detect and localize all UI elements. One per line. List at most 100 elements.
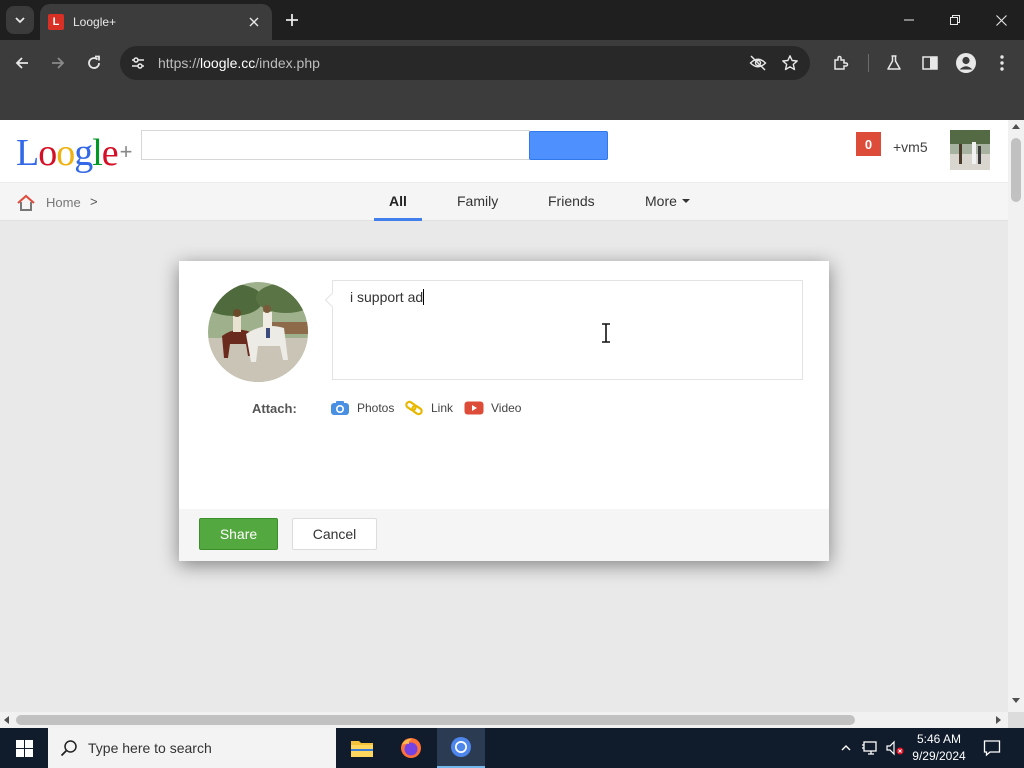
page-viewport: Loogle+ 0 +vm5 Home > All Family Friends… [0,120,1008,712]
url-prefix: https:// [158,55,201,71]
cancel-button[interactable]: Cancel [292,518,377,550]
chrome-icon [451,737,471,757]
attach-photos-button[interactable]: Photos [330,399,394,417]
link-icon [404,399,424,417]
tab-strip: L Loogle+ [0,0,1024,40]
tray-overflow-button[interactable] [836,738,856,758]
avatar-photo [208,282,308,382]
restore-button[interactable] [932,0,978,40]
user-avatar[interactable] [950,130,990,170]
tab-all[interactable]: All [389,193,407,209]
taskbar-search-placeholder: Type here to search [88,740,212,756]
new-tab-button[interactable] [280,8,304,32]
scroll-right-arrow-icon[interactable] [996,716,1001,724]
clock-time: 5:46 AM [916,732,962,746]
composer-pointer [324,292,340,308]
vertical-scroll-thumb[interactable] [1011,138,1021,202]
side-panel-button[interactable] [918,51,942,75]
star-icon [782,55,798,71]
search-button[interactable] [529,131,608,160]
site-header: Loogle+ 0 +vm5 [0,120,1008,183]
side-panel-icon [922,56,938,70]
tab-friends[interactable]: Friends [548,193,595,209]
bookmark-star-button[interactable] [780,53,800,73]
horizontal-scrollbar[interactable] [0,712,1008,728]
logo-plus: + [119,139,133,164]
site-info-button[interactable] [128,53,148,73]
arrow-right-icon [52,57,65,69]
avatar-photo [950,130,990,170]
browser-menu-button[interactable] [990,51,1014,75]
taskbar-search-box[interactable]: Type here to search [48,728,336,768]
labs-button[interactable] [882,51,906,75]
search-input[interactable] [141,130,530,160]
active-tab-indicator [374,218,422,221]
attach-link-button[interactable]: Link [404,399,453,417]
user-profile-link[interactable]: +vm5 [893,139,928,155]
tab-search-button[interactable] [6,6,34,34]
tab-family[interactable]: Family [457,193,498,209]
tray-network-button[interactable] [861,738,881,758]
author-avatar [208,282,308,382]
site-logo[interactable]: Loogle+ [16,130,133,175]
favicon-icon: L [48,14,64,30]
taskbar-file-explorer[interactable] [338,728,386,768]
attach-photos-label: Photos [357,401,395,415]
tray-volume-button[interactable] [885,738,905,758]
sub-navigation: Home > All Family Friends More [0,183,1008,221]
profile-button[interactable] [954,51,978,75]
tab-more[interactable]: More [645,193,690,209]
notification-count-badge[interactable]: 0 [856,132,881,156]
post-text-area[interactable]: i support ad [324,280,803,380]
close-icon [249,17,259,27]
attach-label: Attach: [252,401,297,416]
share-button[interactable]: Share [199,518,278,550]
reload-button[interactable] [81,50,107,76]
attach-video-button[interactable]: Video [464,399,521,417]
horizontal-scroll-thumb[interactable] [16,715,855,725]
address-bar[interactable]: https://loogle.cc/index.php [120,46,810,80]
tracking-protection-button[interactable] [748,53,768,73]
browser-tab-active[interactable]: L Loogle+ [40,4,272,40]
notification-center-button[interactable] [980,736,1004,760]
minimize-icon [904,19,914,21]
folder-icon [351,741,373,757]
logo-letter: L [16,132,39,174]
scroll-up-arrow-icon[interactable] [1012,124,1020,129]
network-icon [862,741,877,755]
start-button[interactable] [0,728,48,768]
taskbar-clock[interactable]: 5:46 AM 9/29/2024 [906,731,972,765]
forward-button[interactable] [45,50,71,76]
scroll-left-arrow-icon[interactable] [4,716,9,724]
windows-logo-icon [15,739,33,757]
breadcrumb-home[interactable]: Home [46,195,81,210]
scroll-down-arrow-icon[interactable] [1012,698,1020,703]
taskbar-chrome[interactable] [437,728,485,768]
account-icon [956,53,976,73]
url-text: https://loogle.cc/index.php [158,55,320,71]
post-text-value: i support ad [350,289,424,305]
home-icon[interactable] [16,193,36,213]
tune-icon [132,57,144,69]
plus-icon [286,14,298,26]
extensions-button[interactable] [829,51,853,75]
minimize-button[interactable] [886,0,932,40]
window-close-button[interactable] [978,0,1024,40]
taskbar-firefox[interactable] [387,728,435,768]
logo-letter: e [101,132,119,174]
chevron-up-icon [841,745,851,751]
volume-muted-icon [886,740,904,756]
back-button[interactable] [9,50,35,76]
scrollbar-corner [1008,712,1024,728]
video-icon [464,399,484,417]
ibeam-cursor-icon [602,323,610,343]
notification-icon [983,740,1001,757]
tab-more-label: More [645,193,677,209]
vertical-scrollbar[interactable] [1008,120,1024,712]
logo-letter: o [38,132,57,174]
dialog-footer: Share Cancel [179,509,829,561]
url-host: loogle.cc [200,55,256,71]
tab-close-button[interactable] [246,14,262,30]
camera-icon [330,399,350,417]
eye-off-icon [749,55,767,71]
